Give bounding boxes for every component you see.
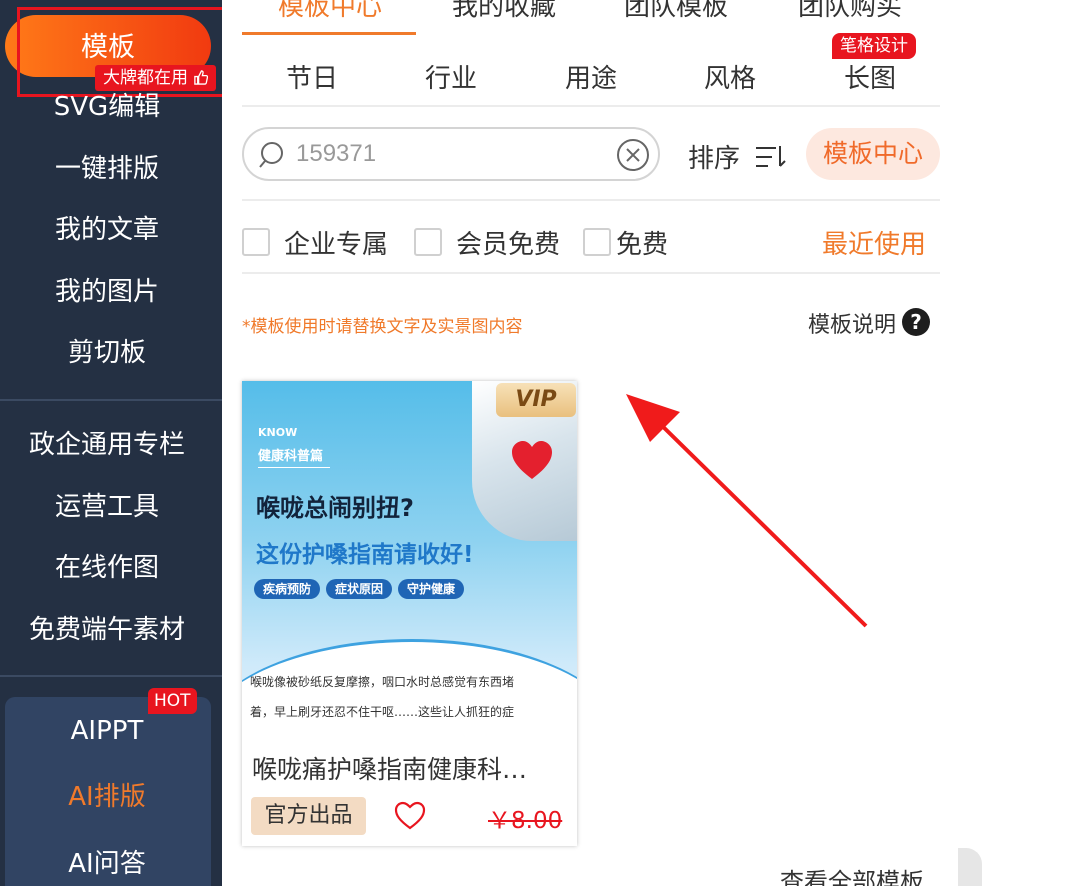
sidebar-item-operations-tools[interactable]: 运营工具 xyxy=(0,487,214,527)
sidebar-divider xyxy=(0,675,222,677)
kp-underline xyxy=(258,467,330,468)
thumb-headline-2: 这份护嗓指南请收好! xyxy=(256,542,474,568)
filter-enterprise-checkbox[interactable] xyxy=(242,228,270,256)
category-long-image[interactable]: 长图 xyxy=(844,58,896,95)
annotation-arrow xyxy=(626,394,868,628)
sidebar-item-ai-qa[interactable]: AI问答 xyxy=(0,844,214,884)
thumb-tag: 疾病预防 xyxy=(254,579,321,599)
thumb-body-line-1: 喉咙像被砂纸反复摩擦，咽口水时总感觉有东西堵 xyxy=(250,675,515,689)
favorite-heart-icon[interactable] xyxy=(394,801,426,831)
sidebar-item-dragon-boat-assets[interactable]: 免费端午素材 xyxy=(0,610,214,650)
highlight-frame xyxy=(17,7,234,97)
active-tab-underline xyxy=(242,32,416,35)
template-title[interactable]: 喉咙痛护嗓指南健康科… xyxy=(252,750,570,786)
filter-member-free-label[interactable]: 会员免费 xyxy=(456,224,560,261)
scrollbar-handle[interactable] xyxy=(958,848,982,886)
divider xyxy=(242,105,940,107)
sidebar-item-my-articles[interactable]: 我的文章 xyxy=(0,210,214,250)
search-icon xyxy=(259,142,283,168)
thumb-tag: 症状原因 xyxy=(326,579,393,599)
official-badge: 官方出品 xyxy=(251,797,366,835)
know-label: KNOW xyxy=(258,426,298,439)
filter-free-checkbox[interactable] xyxy=(583,228,611,256)
search-box[interactable] xyxy=(242,127,660,181)
sidebar-item-ai-layout[interactable]: AI排版 xyxy=(0,777,214,817)
category-industry[interactable]: 行业 xyxy=(425,58,477,95)
sidebar-divider xyxy=(0,399,222,401)
category-style[interactable]: 风格 xyxy=(704,58,756,95)
category-festival[interactable]: 节日 xyxy=(286,58,338,95)
category-usage[interactable]: 用途 xyxy=(565,58,617,95)
filter-member-free-checkbox[interactable] xyxy=(414,228,442,256)
divider xyxy=(242,199,940,201)
sort-label: 排序 xyxy=(688,144,741,174)
right-margin xyxy=(958,0,1080,886)
tab-template-center[interactable]: 模板中心 xyxy=(278,0,382,23)
view-all-templates-link[interactable]: 查看全部模板 xyxy=(780,862,924,886)
sidebar-item-svg-edit[interactable]: SVG编辑 xyxy=(0,87,214,127)
template-card[interactable]: VIP KNOW 健康科普篇 喉咙总闹别扭? 这份护嗓指南请收好! 疾病预防 症… xyxy=(242,381,577,846)
sidebar-item-clipboard[interactable]: 剪切板 xyxy=(0,333,214,373)
help-icon[interactable]: ? xyxy=(902,308,930,336)
thumb-headline-1: 喉咙总闹别扭? xyxy=(256,494,414,522)
sidebar-item-gov-enterprise[interactable]: 政企通用专栏 xyxy=(0,425,214,465)
clear-icon[interactable] xyxy=(616,138,650,172)
sidebar: 模板 大牌都在用 SVG编辑 一键排版 我的文章 我的图片 剪切板 政企通用专栏… xyxy=(0,0,234,886)
usage-notice: *模板使用时请替换文字及实景图内容 xyxy=(242,317,523,337)
pen-design-badge: 笔格设计 xyxy=(832,33,916,59)
tab-team-purchase[interactable]: 团队购买 xyxy=(798,0,902,23)
sidebar-item-aippt[interactable]: AIPPT xyxy=(0,711,214,751)
divider xyxy=(242,272,940,274)
filter-free-label[interactable]: 免费 xyxy=(616,224,668,261)
template-thumbnail[interactable]: VIP KNOW 健康科普篇 喉咙总闹别扭? 这份护嗓指南请收好! 疾病预防 症… xyxy=(242,381,577,736)
sidebar-item-my-images[interactable]: 我的图片 xyxy=(0,272,214,312)
tab-my-favorites[interactable]: 我的收藏 xyxy=(452,0,556,23)
sort-icon xyxy=(756,146,786,167)
filter-enterprise-label[interactable]: 企业专属 xyxy=(284,224,388,261)
thumb-tag: 守护健康 xyxy=(398,579,465,599)
tab-team-templates[interactable]: 团队模板 xyxy=(624,0,728,23)
heart-image-icon xyxy=(512,441,552,479)
sidebar-item-online-drawing[interactable]: 在线作图 xyxy=(0,548,214,588)
sort-button[interactable]: 排序 xyxy=(688,138,788,175)
thumb-body-line-2: 着，早上刷牙还忍不住干呕……这些让人抓狂的症 xyxy=(250,705,515,719)
template-explain-link[interactable]: 模板说明 xyxy=(808,307,896,339)
template-center-button[interactable]: 模板中心 xyxy=(806,128,940,180)
recent-used-link[interactable]: 最近使用 xyxy=(822,224,926,261)
sidebar-item-one-click-layout[interactable]: 一键排版 xyxy=(0,149,214,189)
search-input[interactable] xyxy=(296,137,596,171)
price: ￥8.00 xyxy=(488,808,563,834)
kp-label: 健康科普篇 xyxy=(258,449,324,464)
vip-badge: VIP xyxy=(496,383,576,417)
